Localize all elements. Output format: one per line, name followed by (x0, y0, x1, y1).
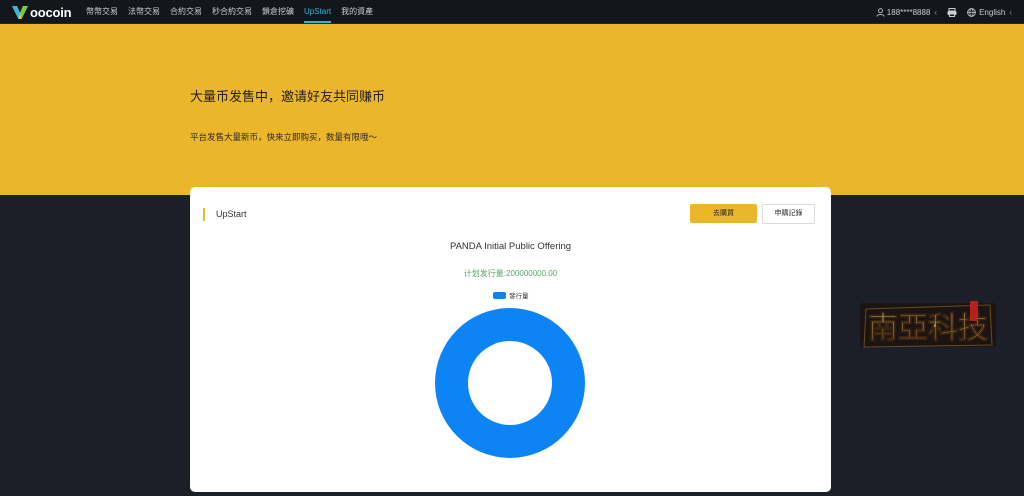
printer-icon (947, 7, 957, 17)
nav-item-my-assets[interactable]: 我的資產 (337, 0, 377, 24)
nav-item-lock-mining[interactable]: 鎖倉挖礦 (258, 0, 298, 24)
logo[interactable]: oocoin (11, 3, 72, 21)
planned-issuance: 计划发行量:200000000.00 (463, 269, 558, 278)
nav-item-upstart[interactable]: UpStart (300, 0, 335, 24)
issuance-donut-chart (435, 308, 585, 458)
language-selector[interactable]: English ‹ (967, 8, 1012, 17)
card-title: UpStart (203, 208, 247, 221)
download-app[interactable] (947, 7, 957, 17)
legend-label: 發行量 (509, 293, 529, 300)
nav-item-coin-trading[interactable]: 幣幣交易 (82, 0, 122, 24)
legend-swatch (493, 291, 506, 299)
buy-button[interactable]: 去購買 (690, 204, 757, 223)
nav-item-contract-trading[interactable]: 合約交易 (166, 0, 206, 24)
logo-text: oocoin (30, 4, 72, 20)
chevron-left-icon: ‹ (1009, 7, 1012, 17)
nav-item-fiat-trading[interactable]: 法幣交易 (124, 0, 164, 24)
logo-mark-icon (12, 6, 28, 19)
chart-legend[interactable]: 發行量 (493, 290, 529, 300)
main-nav: 幣幣交易 法幣交易 合約交易 秒合約交易 鎖倉挖礦 UpStart 我的資產 (82, 0, 379, 24)
globe-icon (967, 7, 976, 17)
chevron-left-icon: ‹ (934, 7, 938, 17)
user-account[interactable]: 188****8888 ‹ (876, 8, 937, 17)
banner-subline: 平台发售大量新币，快来立即购买，数量有限哦～ (190, 132, 378, 142)
user-menu: 188****8888 ‹ English ‹ (866, 0, 1012, 24)
promo-banner (0, 24, 1024, 195)
subscription-record-button[interactable]: 申購記錄 (762, 204, 815, 224)
language-label: English (979, 7, 1006, 17)
donut-slice-0[interactable] (435, 308, 585, 458)
upstart-card: UpStart 去購買 申購記錄 PANDA Initial Public Of… (190, 187, 831, 492)
banner-headline: 大量币发售中，邀请好友共同赚币 (190, 89, 386, 104)
watermark-logo: 南亞科技 (860, 301, 996, 348)
top-navbar: oocoin 幣幣交易 法幣交易 合約交易 秒合約交易 鎖倉挖礦 UpStart… (0, 0, 1024, 24)
ipo-title: PANDA Initial Public Offering (449, 241, 572, 252)
nav-item-second-contract[interactable]: 秒合約交易 (208, 0, 256, 24)
user-phone: 188****8888 (886, 7, 931, 17)
user-icon (876, 7, 885, 17)
